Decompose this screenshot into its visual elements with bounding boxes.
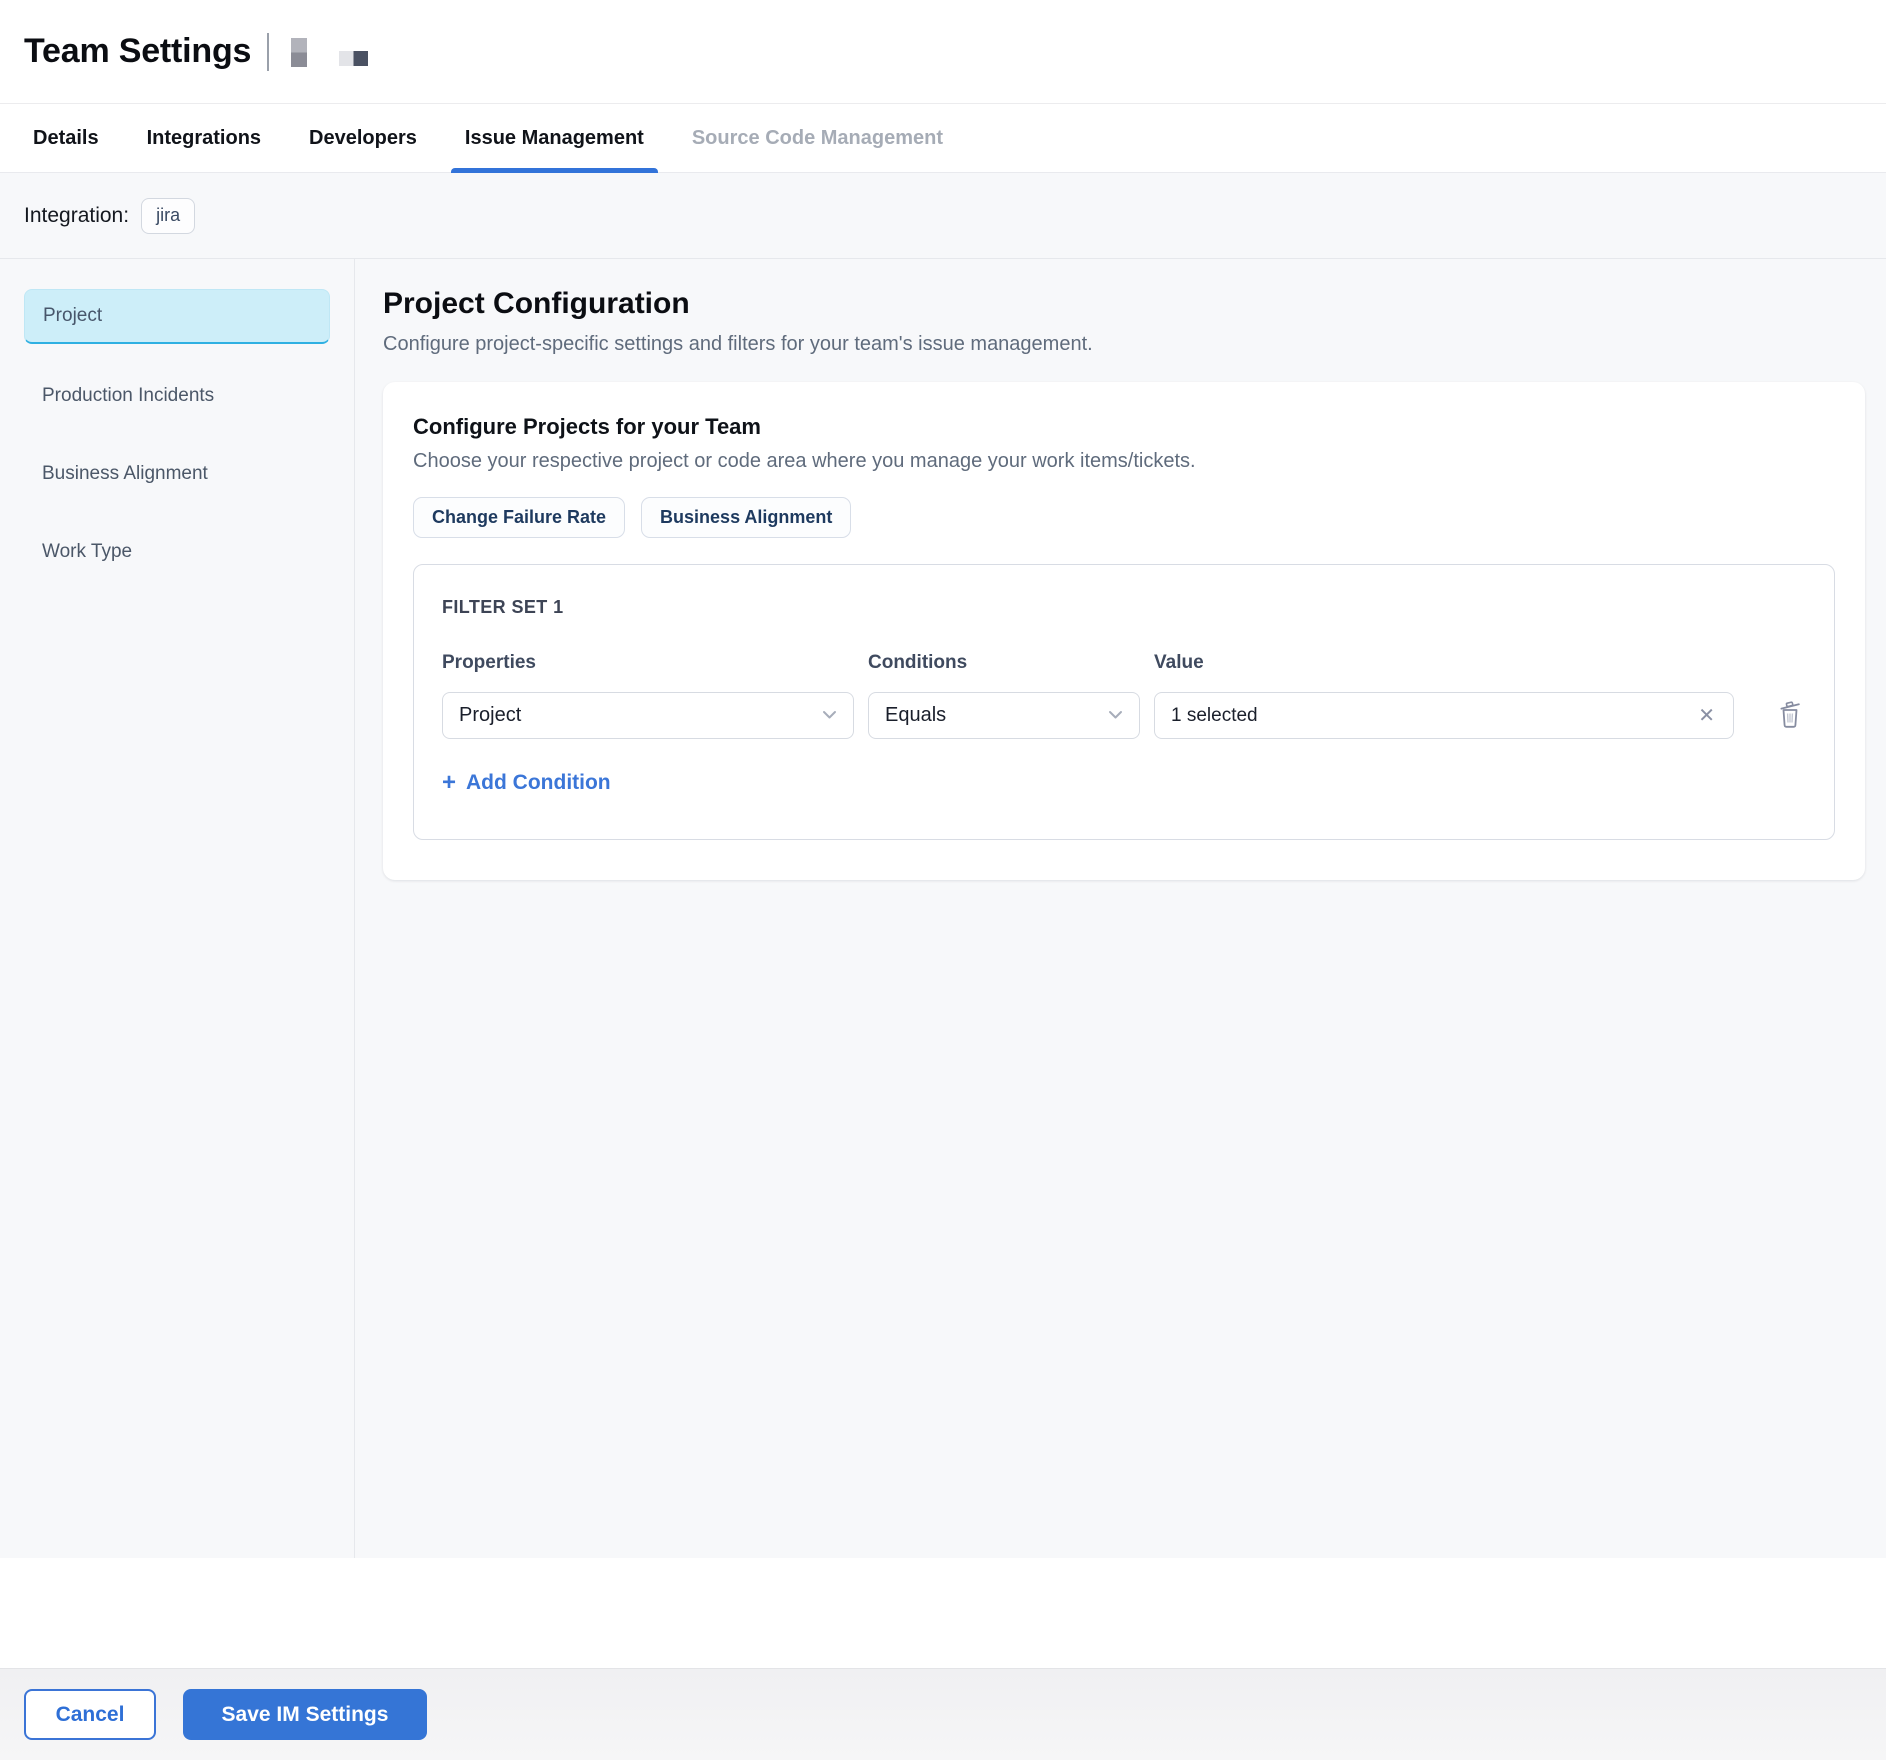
chip-change-failure-rate[interactable]: Change Failure Rate <box>413 497 625 538</box>
property-select-value: Project <box>459 704 521 727</box>
filter-condition-row: Project Equals 1 selected ✕ <box>442 692 1806 739</box>
footer-spacer <box>0 1558 1886 1668</box>
value-column-label: Value <box>1154 652 1734 674</box>
content-area: Project Production Incidents Business Al… <box>0 259 1886 1558</box>
value-multiselect[interactable]: 1 selected ✕ <box>1154 692 1734 739</box>
trash-icon <box>1776 699 1804 732</box>
cancel-button[interactable]: Cancel <box>24 1689 156 1740</box>
section-title: Project Configuration <box>383 287 1865 321</box>
condition-select-value: Equals <box>885 704 946 727</box>
redacted-block-2 <box>339 51 368 66</box>
tab-details[interactable]: Details <box>33 104 99 172</box>
tab-bar: Details Integrations Developers Issue Ma… <box>0 103 1886 173</box>
chevron-down-icon <box>822 707 837 725</box>
footer-action-bar: Cancel Save IM Settings <box>0 1668 1886 1760</box>
add-condition-link[interactable]: + Add Condition <box>442 771 611 795</box>
tab-developers[interactable]: Developers <box>309 104 417 172</box>
sidebar-item-business-alignment[interactable]: Business Alignment <box>24 448 330 500</box>
sidebar-item-project[interactable]: Project <box>24 289 330 344</box>
condition-select[interactable]: Equals <box>868 692 1140 739</box>
filter-set-1: FILTER SET 1 Properties Conditions Value… <box>413 564 1835 840</box>
page-header: Team Settings <box>0 0 1886 103</box>
page-title: Team Settings <box>24 32 251 71</box>
settings-sidebar: Project Production Incidents Business Al… <box>0 259 355 1558</box>
card-subtitle: Choose your respective project or code a… <box>413 450 1835 473</box>
value-selected-count: 1 selected <box>1171 705 1258 727</box>
conditions-column-label: Conditions <box>868 652 1140 674</box>
redacted-block-1 <box>291 38 307 67</box>
chip-business-alignment[interactable]: Business Alignment <box>641 497 851 538</box>
main-panel: Project Configuration Configure project-… <box>355 259 1886 1558</box>
configure-projects-card: Configure Projects for your Team Choose … <box>383 382 1865 880</box>
filter-column-labels: Properties Conditions Value <box>442 652 1806 674</box>
chevron-down-icon <box>1108 707 1123 725</box>
title-separator <box>267 33 269 71</box>
tab-issue-management[interactable]: Issue Management <box>465 104 644 172</box>
add-condition-label: Add Condition <box>466 771 611 795</box>
property-select[interactable]: Project <box>442 692 854 739</box>
tab-source-code-management[interactable]: Source Code Management <box>692 104 943 172</box>
card-title: Configure Projects for your Team <box>413 414 1835 440</box>
filter-set-title: FILTER SET 1 <box>442 597 1806 618</box>
integration-jira-badge[interactable]: jira <box>141 198 195 234</box>
tab-integrations[interactable]: Integrations <box>147 104 261 172</box>
sidebar-item-production-incidents[interactable]: Production Incidents <box>24 370 330 422</box>
metric-chip-row: Change Failure Rate Business Alignment <box>413 497 1835 538</box>
delete-filter-button[interactable] <box>1774 697 1806 734</box>
section-subtitle: Configure project-specific settings and … <box>383 333 1865 356</box>
save-im-settings-button[interactable]: Save IM Settings <box>183 1689 427 1740</box>
clear-selection-icon[interactable]: ✕ <box>1694 702 1719 730</box>
plus-icon: + <box>442 771 456 795</box>
properties-column-label: Properties <box>442 652 854 674</box>
sidebar-item-work-type[interactable]: Work Type <box>24 526 330 578</box>
integration-label: Integration: <box>24 204 129 228</box>
integration-row: Integration: jira <box>0 173 1886 259</box>
